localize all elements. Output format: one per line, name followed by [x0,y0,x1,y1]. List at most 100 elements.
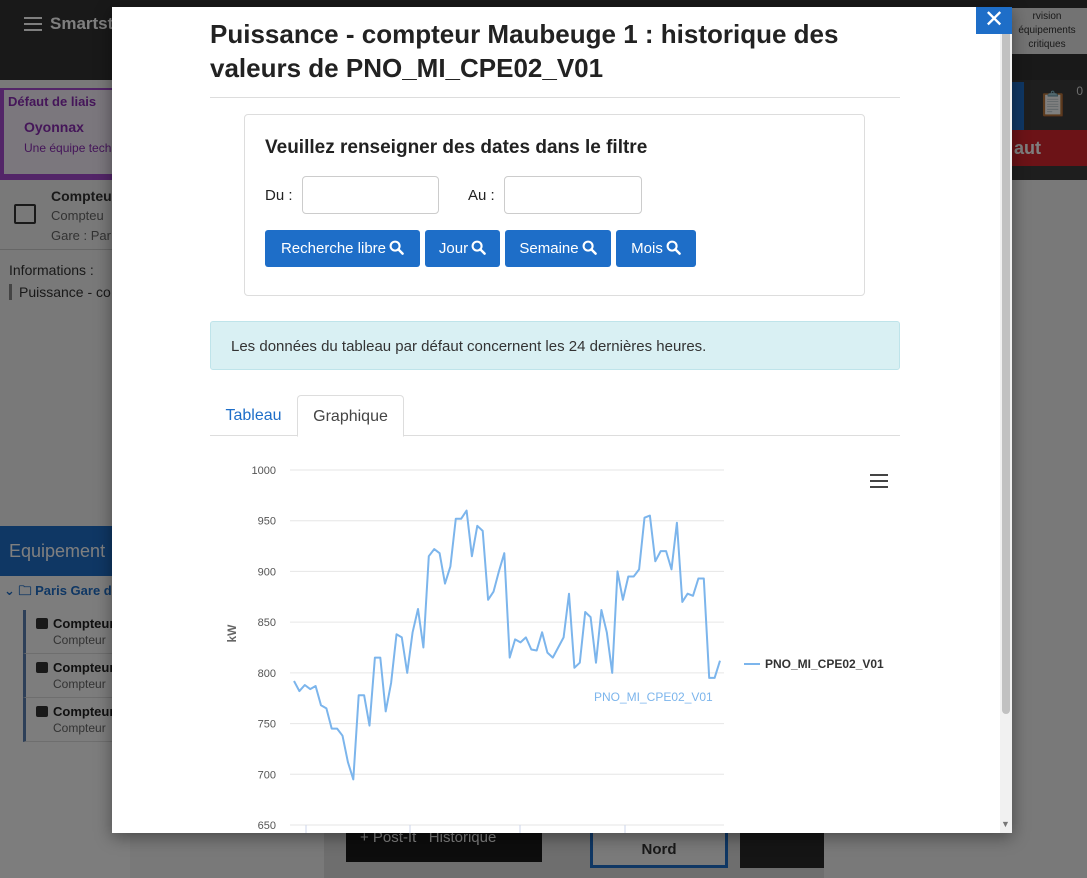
data-point [428,555,430,557]
y-tick-label: 950 [258,516,276,528]
data-point [681,601,683,603]
search-icon [666,240,681,255]
search-icon [582,240,597,255]
y-tick-label: 900 [258,566,276,578]
to-date-input[interactable] [504,176,642,214]
data-point [654,560,656,562]
free-search-button[interactable]: Recherche libre [265,230,420,267]
filter-heading: Veuillez renseigner des dates dans le fi… [265,137,648,158]
data-point [395,633,397,635]
data-point [417,608,419,610]
data-point [600,609,602,611]
data-point [584,611,586,613]
data-point [325,707,327,709]
data-point [465,509,467,511]
data-point [508,656,510,658]
view-tabs: Tableau Graphique [210,395,900,437]
data-point [298,690,300,692]
data-point [649,514,651,516]
date-filter-panel: Veuillez renseigner des dates dans le fi… [244,114,865,296]
data-point [444,582,446,584]
data-point [541,631,543,633]
chart-menu-icon[interactable] [870,474,888,488]
data-point [530,648,532,650]
data-point [546,651,548,653]
data-point [363,694,365,696]
data-point [552,656,554,658]
y-tick-label: 1000 [252,465,276,477]
data-point [579,662,581,664]
y-axis-title: kW [225,624,239,643]
data-point [643,516,645,518]
search-icon [471,240,486,255]
y-tick-label: 750 [258,719,276,731]
data-point [406,672,408,674]
data-point [659,550,661,552]
month-button[interactable]: Mois [616,230,696,267]
data-point [676,522,678,524]
scroll-down-arrow[interactable]: ▼ [1001,819,1010,829]
data-point [341,735,343,737]
data-point [606,631,608,633]
tab-tableau[interactable]: Tableau [210,395,297,436]
data-point [433,548,435,550]
data-point [379,656,381,658]
data-point [352,778,354,780]
data-point [665,550,667,552]
scroll-thumb[interactable] [1002,9,1010,714]
data-point [449,565,451,567]
data-point [401,636,403,638]
close-button[interactable]: ✕ [976,7,1012,34]
from-label: Du : [265,187,293,204]
y-tick-label: 650 [258,820,276,832]
data-point [498,570,500,572]
data-point [455,517,457,519]
data-point [686,593,688,595]
title-divider [210,97,900,98]
data-point [638,568,640,570]
history-modal: Puissance - compteur Maubeuge 1 : histor… [112,7,1012,833]
data-point [611,672,613,674]
data-point [622,599,624,601]
data-point [304,684,306,686]
data-point [476,525,478,527]
power-history-chart: 650 700 750 800 850 900 950 1000 kW PNO_MI_CPE02_… [225,465,884,833]
data-point [692,595,694,597]
tab-graphique[interactable]: Graphique [297,395,404,437]
data-point [347,761,349,763]
y-tick-label: 700 [258,769,276,781]
data-point [293,680,295,682]
data-point [525,636,527,638]
legend-item: PNO_MI_CPE02_V01 [765,657,884,671]
data-point [438,552,440,554]
modal-title: Puissance - compteur Maubeuge 1 : histor… [210,19,839,83]
series-line [293,509,721,781]
data-point [557,646,559,648]
data-point [708,677,710,679]
from-date-input[interactable] [302,176,439,214]
data-point [482,530,484,532]
data-point [595,662,597,664]
data-point [503,552,505,554]
data-point [713,677,715,679]
day-button[interactable]: Jour [425,230,500,267]
data-point [633,575,635,577]
data-point [492,591,494,593]
data-point [568,593,570,595]
data-point [320,704,322,706]
data-point [514,638,516,640]
data-point [358,694,360,696]
data-point [374,656,376,658]
info-alert: Les données du tableau par défaut concer… [210,321,900,370]
data-point [589,616,591,618]
data-point [535,649,537,651]
data-point [368,724,370,726]
data-point [331,727,333,729]
data-point [336,727,338,729]
data-point [562,636,564,638]
modal-scrollbar[interactable]: ▼ [1000,7,1012,833]
week-button[interactable]: Semaine [505,230,611,267]
data-point [616,570,618,572]
data-point [460,517,462,519]
data-point [309,688,311,690]
